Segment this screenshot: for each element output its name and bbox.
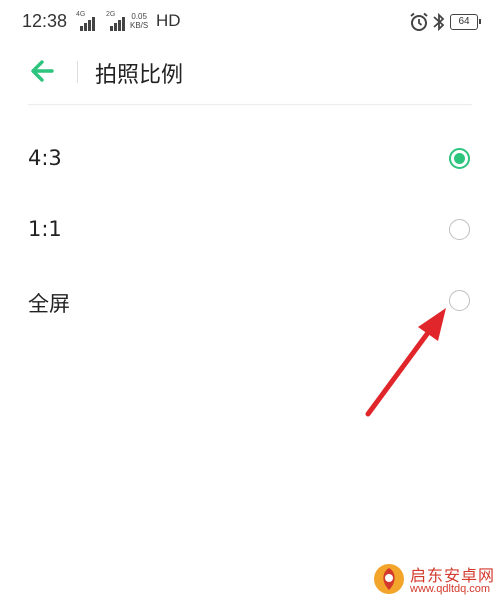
bluetooth-icon xyxy=(433,12,445,32)
header-separator xyxy=(28,104,472,105)
status-bar: 12:38 4G 2G 0.05 KB/S HD 64 xyxy=(0,0,500,44)
radio-button[interactable] xyxy=(449,219,470,240)
watermark-logo-icon xyxy=(374,564,404,594)
option-label: 4:3 xyxy=(28,146,62,170)
hd-indicator: HD xyxy=(156,11,181,30)
radio-button[interactable] xyxy=(449,290,470,311)
option-4-3[interactable]: 4:3 xyxy=(0,124,500,194)
option-1-1[interactable]: 1:1 xyxy=(0,195,500,265)
watermark-url: www.qdltdq.com xyxy=(410,583,491,595)
arrow-left-icon[interactable] xyxy=(26,56,60,86)
battery-icon: 64 xyxy=(450,14,481,30)
option-label: 全屏 xyxy=(28,292,70,316)
option-fullscreen[interactable]: 全屏 xyxy=(0,266,500,336)
alarm-icon xyxy=(410,12,428,31)
page-title: 拍照比例 xyxy=(95,63,184,88)
header-divider xyxy=(77,61,78,83)
app-header: 拍照比例 xyxy=(0,44,500,102)
option-label: 1:1 xyxy=(28,217,62,241)
status-time: 12:38 xyxy=(22,11,68,31)
network-speed: 0.05 KB/S xyxy=(130,12,149,30)
watermark: 启东安卓网 www.qdltdq.com xyxy=(372,560,498,600)
radio-button-selected[interactable] xyxy=(449,148,470,169)
